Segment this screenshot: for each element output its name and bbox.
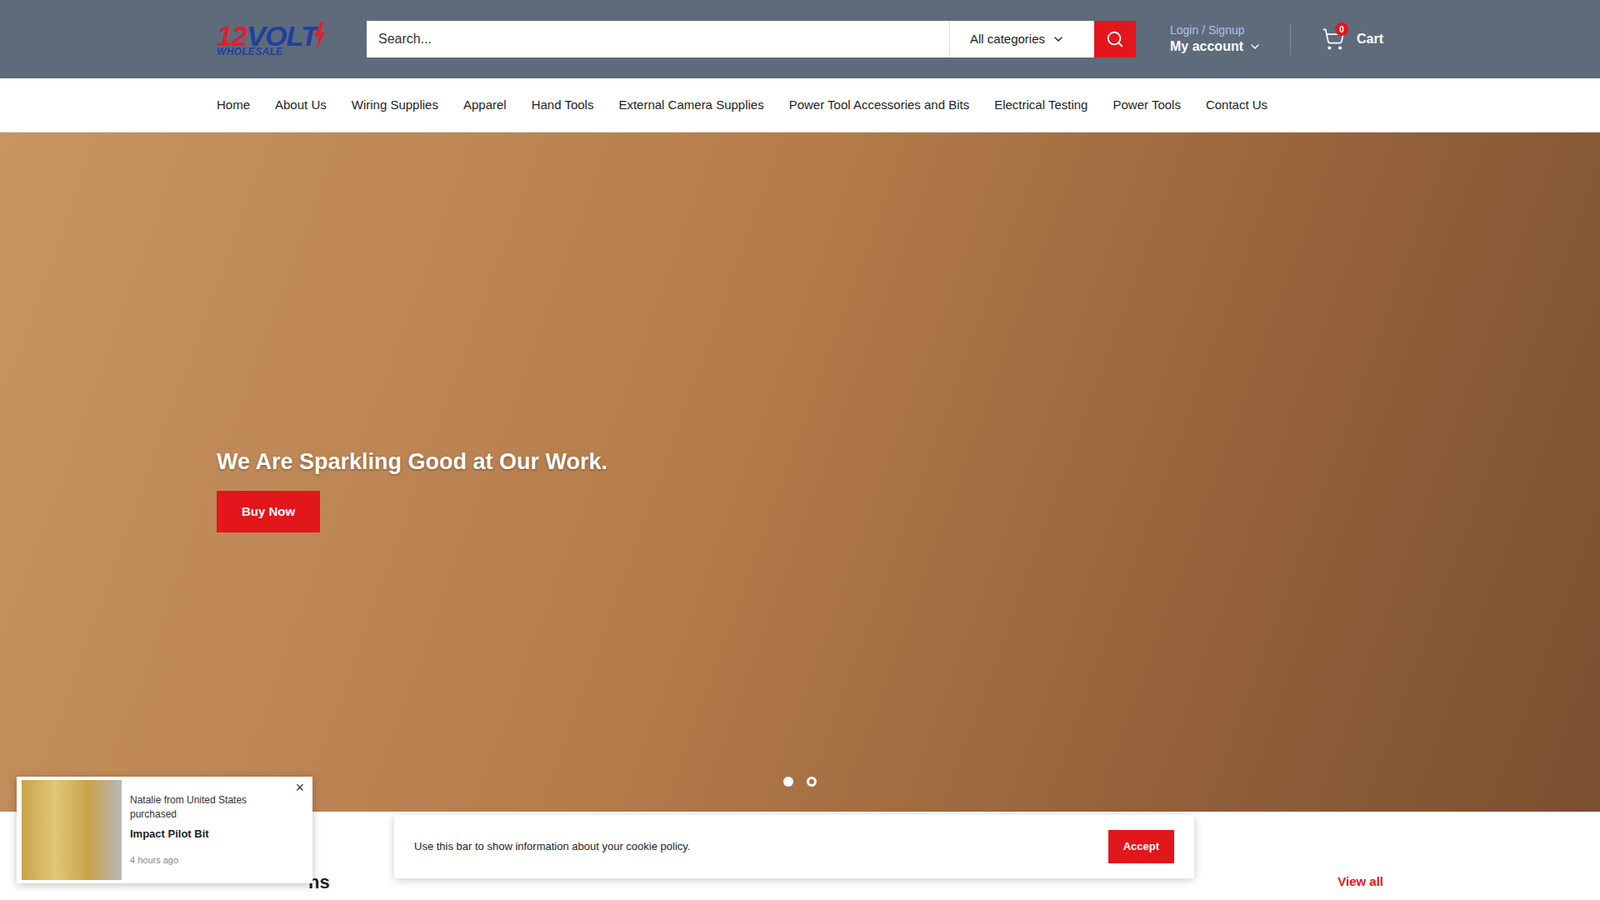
nav-item[interactable]: Hand Tools: [531, 95, 595, 115]
accept-button[interactable]: Accept: [1108, 830, 1175, 864]
lightning-icon: [312, 21, 326, 50]
cookie-text: Use this bar to show information about y…: [414, 838, 690, 855]
nav-item[interactable]: Electrical Testing: [994, 95, 1088, 115]
slider-dot[interactable]: [806, 776, 817, 787]
nav-item[interactable]: Home: [216, 95, 250, 115]
cart[interactable]: 0Cart: [1321, 27, 1384, 51]
search-input[interactable]: [366, 20, 950, 58]
nav-item[interactable]: Power Tools: [1112, 95, 1180, 115]
hero-title: We Are Sparkling Good at Our Work.: [216, 445, 1384, 480]
search-bar: All categories: [366, 20, 1136, 58]
product-image: [21, 780, 122, 880]
buy-now-button[interactable]: Buy Now: [216, 490, 320, 534]
account[interactable]: Login / SignupMy account: [1170, 23, 1291, 55]
popup-time: 4 hours ago: [130, 853, 291, 868]
nav-item[interactable]: About Us: [275, 95, 327, 115]
chevron-down-icon: [1051, 32, 1065, 46]
chevron-down-icon: [1248, 40, 1262, 54]
cookie-bar: Use this bar to show information about y…: [394, 815, 1195, 879]
search-button[interactable]: [1094, 20, 1136, 58]
nav-item[interactable]: Apparel: [463, 95, 507, 115]
close-button[interactable]: ×: [295, 780, 305, 795]
purchase-popup: Natalie from United States purchased Impa…: [16, 776, 313, 884]
nav-item[interactable]: External Camera Supplies: [618, 95, 764, 115]
nav-item[interactable]: Contact Us: [1205, 95, 1268, 115]
main-nav: Home About Us Wiring Supplies Apparel Hand T…: [0, 78, 1600, 133]
nav-item[interactable]: Wiring Supplies: [351, 95, 439, 115]
page: 12VOLTWHOLESALE All categories Login / Sig…: [0, 0, 1600, 900]
hero-banner: We Are Sparkling Good at Our Work. Buy No…: [0, 132, 1600, 812]
logo[interactable]: 12VOLTWHOLESALE: [216, 21, 367, 57]
cart-count: 0: [1335, 22, 1349, 36]
popup-product[interactable]: Impact Pilot Bit: [130, 825, 291, 843]
slider-dot[interactable]: [783, 776, 794, 787]
category-select[interactable]: All categories: [949, 20, 1095, 58]
popup-line: Natalie from United States purchased: [130, 793, 291, 822]
header: 12VOLTWHOLESALE All categories Login / Sig…: [0, 0, 1600, 79]
search-icon: [1105, 30, 1125, 49]
view-all-link[interactable]: View all: [1337, 872, 1384, 892]
nav-item[interactable]: Power Tool Accessories and Bits: [789, 95, 970, 115]
